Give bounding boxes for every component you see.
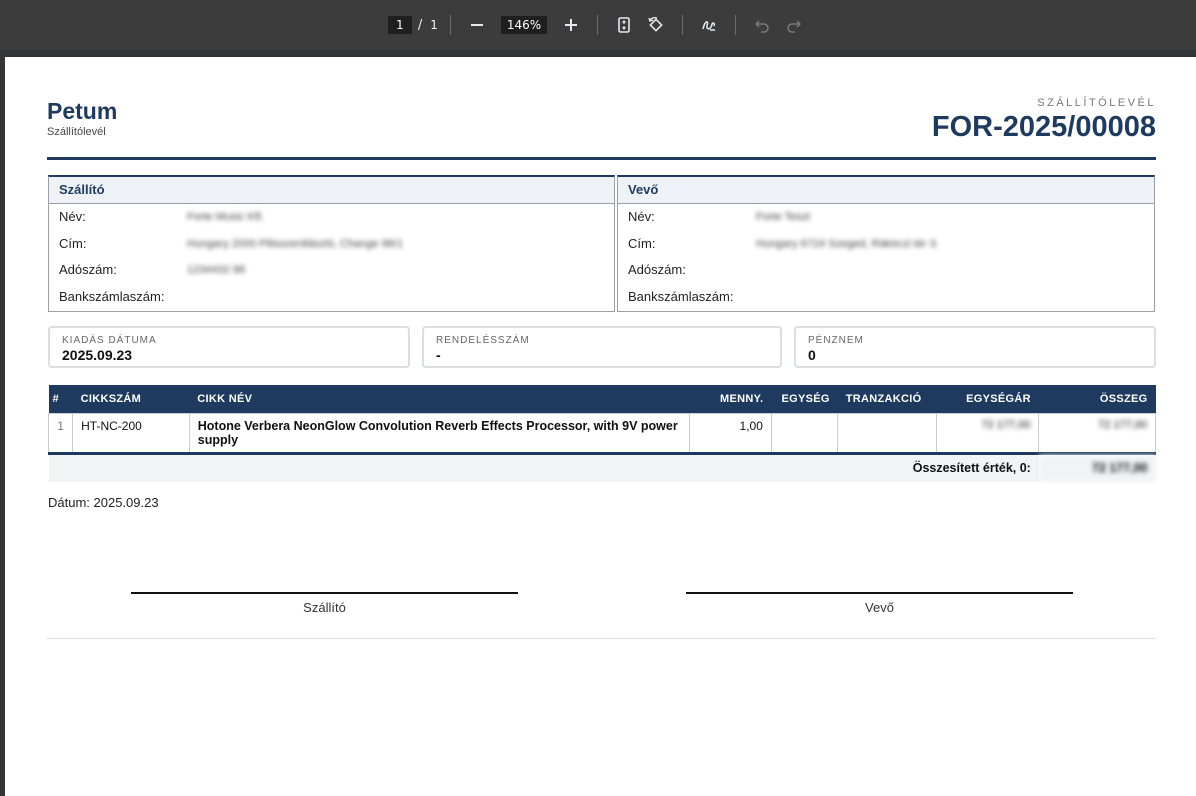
company-header: Petum Szállítólevél	[47, 97, 117, 138]
redo-icon[interactable]	[780, 11, 808, 39]
total-row: Összesített érték, 0: 72 177,00	[48, 452, 1156, 482]
buyer-row: Név: Forte Teszt	[618, 204, 1154, 231]
pdf-page: Petum Szállítólevél SZÁLLÍTÓLEVÉL FOR-20…	[5, 57, 1196, 796]
page-navigation: 1 / 1	[387, 16, 438, 34]
issue-date-box: KIADÁS DÁTUMA 2025.09.23	[48, 326, 410, 368]
column-header: EGYSÉGÁR	[936, 385, 1039, 414]
date-line: Dátum: 2025.09.23	[48, 495, 159, 510]
toolbar-divider	[597, 15, 599, 35]
field-label: Cím:	[628, 235, 656, 251]
buyer-signature-line	[686, 592, 1073, 594]
column-header: EGYSÉG	[771, 385, 838, 414]
view-controls	[610, 11, 670, 39]
rotate-icon[interactable]	[642, 11, 670, 39]
supplier-signature-line	[131, 592, 518, 594]
column-header: TRANZAKCIÓ	[837, 385, 937, 414]
column-header: ÖSSZEG	[1038, 385, 1156, 414]
supplier-title: Szállító	[49, 177, 614, 204]
issue-date-value: 2025.09.23	[62, 347, 133, 363]
item-transaction	[837, 413, 937, 454]
item-quantity: 1,00	[689, 413, 772, 454]
page-total: 1	[430, 18, 438, 32]
items-table: # CIKKSZÁM CIKK NÉV MENNY. EGYSÉG TRANZA…	[47, 385, 1156, 482]
buyer-signature-label: Vevő	[865, 600, 894, 615]
supplier-box: Szállító Név: Forte Music Kft. Cím: Hung…	[48, 175, 615, 312]
history-controls	[748, 11, 808, 39]
field-label: Cím:	[59, 235, 87, 251]
document-number: FOR-2025/00008	[931, 111, 1156, 143]
total-label: Összesített érték, 0:	[48, 452, 1039, 482]
fit-page-icon[interactable]	[610, 11, 638, 39]
field-label: Bankszámlaszám:	[59, 288, 165, 304]
item-unit	[770, 413, 839, 454]
info-label: RENDELÉSSZÁM	[436, 335, 530, 346]
buyer-title: Vevő	[618, 177, 1154, 204]
buyer-box: Vevő Név: Forte Teszt Cím: Hungary 6724 …	[617, 175, 1155, 312]
supplier-row: Cím: Hungary 2000 Pilisszentlászló, Chan…	[49, 231, 614, 258]
buyer-address: Hungary 6724 Szeged, Rákóczi tér 3.	[756, 237, 939, 250]
undo-icon[interactable]	[748, 11, 776, 39]
column-header: CIKK NÉV	[189, 385, 690, 414]
field-label: Adószám:	[628, 262, 686, 277]
supplier-row: Bankszámlaszám:	[49, 284, 614, 311]
field-label: Adószám:	[59, 262, 117, 277]
field-label: Bankszámlaszám:	[628, 288, 734, 304]
table-row: 1 HT-NC-200 Hotone Verbera NeonGlow Conv…	[47, 413, 1156, 454]
item-unit-price: 72 177,00	[935, 413, 1040, 454]
total-value: 72 177,00	[1038, 452, 1156, 482]
buyer-row: Bankszámlaszám:	[618, 284, 1154, 311]
buyer-row: Cím: Hungary 6724 Szeged, Rákóczi tér 3.	[618, 231, 1154, 258]
column-header: #	[48, 385, 73, 414]
document-type: SZÁLLÍTÓLEVÉL	[1037, 97, 1156, 109]
zoom-in-icon[interactable]	[557, 11, 585, 39]
zoom-controls: 146%	[463, 11, 585, 39]
draw-icon[interactable]	[695, 11, 723, 39]
toolbar-divider	[682, 15, 684, 35]
currency-value: 0	[808, 347, 816, 363]
page-separator: /	[417, 17, 423, 33]
currency-box: PÉNZNEM 0	[794, 326, 1156, 368]
toolbar-divider	[735, 15, 737, 35]
supplier-tax-id: 1234432 88	[187, 264, 246, 276]
supplier-signature-label: Szállító	[303, 600, 346, 615]
company-name: Petum	[47, 98, 118, 124]
supplier-row: Név: Forte Music Kft.	[49, 204, 614, 231]
supplier-row: Adószám: 1234432 88	[49, 257, 614, 284]
item-name: Hotone Verbera NeonGlow Convolution Reve…	[188, 413, 691, 454]
toolbar-divider	[449, 15, 451, 35]
page-number-input[interactable]: 1	[387, 16, 412, 34]
supplier-name: Forte Music Kft.	[187, 211, 265, 223]
row-number: 1	[47, 413, 74, 454]
field-label: Név:	[59, 209, 86, 224]
table-header-row: # CIKKSZÁM CIKK NÉV MENNY. EGYSÉG TRANZA…	[48, 385, 1156, 414]
company-subtitle: Szállítólevél	[47, 126, 106, 138]
order-number-box: RENDELÉSSZÁM -	[422, 326, 782, 368]
zoom-level-input[interactable]: 146%	[500, 16, 548, 34]
info-label: KIADÁS DÁTUMA	[62, 335, 157, 346]
buyer-row: Adószám:	[618, 257, 1154, 284]
field-label: Név:	[628, 209, 655, 224]
info-label: PÉNZNEM	[808, 335, 864, 346]
buyer-name: Forte Teszt	[756, 211, 811, 223]
item-sku: HT-NC-200	[72, 413, 190, 454]
pdf-toolbar: 1 / 1 146%	[0, 0, 1196, 50]
footer-divider	[47, 638, 1156, 639]
order-number-value: -	[436, 347, 441, 363]
zoom-out-icon[interactable]	[463, 11, 491, 39]
header-divider	[47, 157, 1156, 160]
item-total: 72 177,00	[1038, 413, 1156, 454]
column-header: MENNY.	[689, 385, 772, 414]
column-header: CIKKSZÁM	[72, 385, 190, 414]
supplier-address: Hungary 2000 Pilisszentlászló, Change 98…	[187, 237, 403, 250]
document-header: SZÁLLÍTÓLEVÉL FOR-2025/00008	[932, 97, 1156, 144]
